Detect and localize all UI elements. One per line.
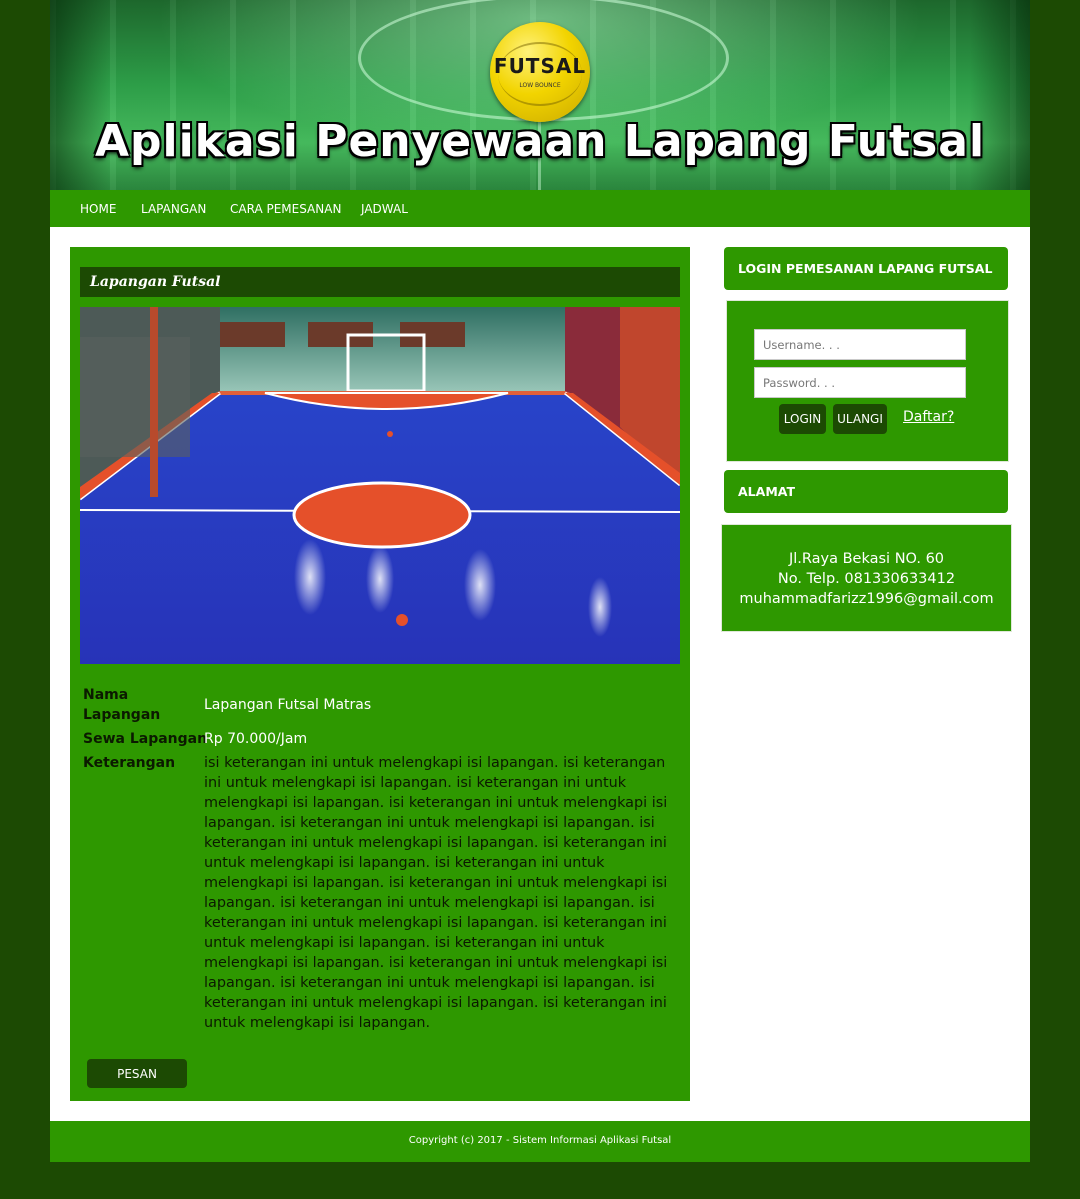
- page-container: FUTSAL LOW BOUNCE Aplikasi Penyewaan Lap…: [50, 0, 1030, 1162]
- site-header-banner: FUTSAL LOW BOUNCE Aplikasi Penyewaan Lap…: [50, 0, 1030, 190]
- main-nav: HOME LAPANGAN CARA PEMESANAN JADWAL: [50, 190, 1030, 227]
- nama-lapangan-value: Lapangan Futsal Matras: [204, 697, 372, 713]
- lapangan-detail-panel: Lapangan Futsal Nama Lapangan Lapangan F…: [70, 247, 690, 1101]
- copyright-text: Copyright (c) 2017 - Sistem Informasi Ap…: [408, 1135, 672, 1146]
- phone-text: No. Telp. 081330633412: [777, 571, 956, 587]
- ulangi-button[interactable]: ULANGI: [833, 404, 887, 434]
- section-title: Lapangan Futsal: [80, 267, 680, 297]
- ball-logo-subtext: LOW BOUNCE: [519, 82, 561, 89]
- site-title: Aplikasi Penyewaan Lapang Futsal: [94, 116, 986, 167]
- alamat-panel-header: ALAMAT: [724, 470, 1008, 513]
- court-photo-svg: [80, 307, 680, 664]
- alamat-panel: Jl.Raya Bekasi NO. 60 No. Telp. 08133063…: [721, 524, 1012, 632]
- detail-row-nama: Nama Lapangan Lapangan Futsal Matras: [80, 685, 680, 727]
- email-text: muhammadfarizz1996@gmail.com: [739, 591, 994, 607]
- nama-lapangan-label: Nama Lapangan: [83, 687, 161, 723]
- site-footer: Copyright (c) 2017 - Sistem Informasi Ap…: [50, 1121, 1030, 1162]
- username-input[interactable]: [754, 329, 966, 360]
- nav-item-cara-pemesanan[interactable]: CARA PEMESANAN: [230, 190, 341, 227]
- ball-logo-text: FUTSAL: [493, 54, 587, 78]
- futsal-court-image: [80, 307, 680, 664]
- detail-row-sewa: Sewa Lapangan Rp 70.000/Jam: [80, 729, 680, 751]
- keterangan-value: isi keterangan ini untuk melengkapi isi …: [204, 755, 668, 1031]
- login-form: LOGIN ULANGI Daftar?: [726, 300, 1009, 462]
- keterangan-label: Keterangan: [83, 755, 176, 771]
- nav-item-jadwal[interactable]: JADWAL: [361, 190, 408, 227]
- detail-row-keterangan: Keterangan isi keterangan ini untuk mele…: [80, 753, 680, 1033]
- pesan-button[interactable]: PESAN: [87, 1059, 187, 1088]
- sewa-lapangan-value: Rp 70.000/Jam: [204, 731, 308, 747]
- login-button[interactable]: LOGIN: [779, 404, 826, 434]
- login-panel-header: LOGIN PEMESANAN LAPANG FUTSAL: [724, 247, 1008, 290]
- daftar-link[interactable]: Daftar?: [903, 409, 954, 425]
- futsal-ball-logo: FUTSAL LOW BOUNCE: [490, 22, 590, 122]
- sewa-lapangan-label: Sewa Lapangan: [83, 731, 208, 747]
- nav-item-lapangan[interactable]: LAPANGAN: [141, 190, 206, 227]
- password-input[interactable]: [754, 367, 966, 398]
- nav-item-home[interactable]: HOME: [80, 190, 116, 227]
- address-text: Jl.Raya Bekasi NO. 60: [788, 551, 945, 567]
